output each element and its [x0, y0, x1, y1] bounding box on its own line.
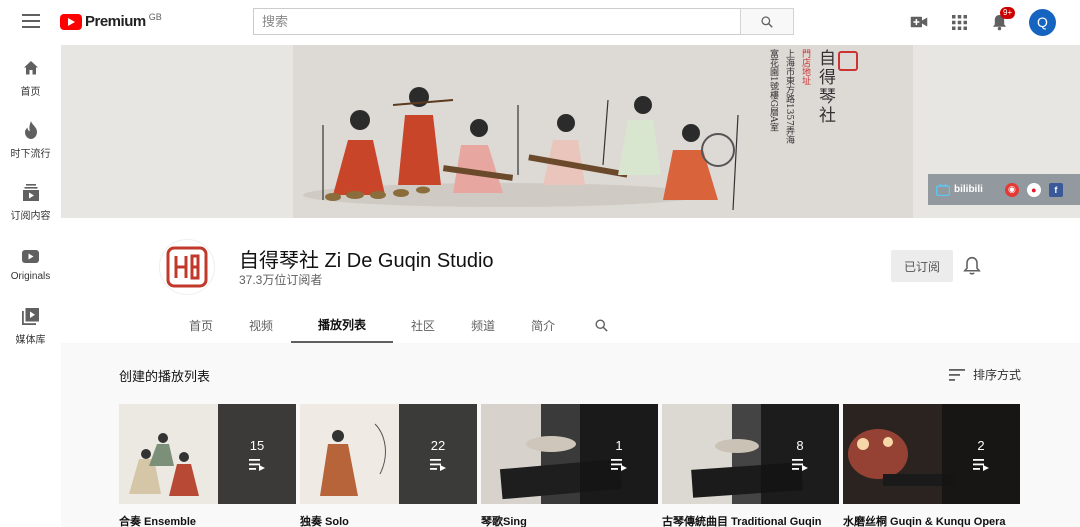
bell-outline-icon	[963, 256, 981, 275]
bilibili-icon	[936, 183, 950, 196]
playlist-icon	[430, 458, 446, 471]
originals-icon	[21, 246, 41, 266]
subscriber-count: 37.3万位订阅者	[239, 273, 323, 287]
playlist-grid: 15 合奏 Ensemble 22 独奏 Solo 1 琴歌Sing 8 古琴傳…	[119, 404, 1020, 527]
channel-avatar[interactable]	[159, 239, 215, 295]
logo-text: Premium	[85, 13, 146, 30]
sidebar-item-label: 时下流行	[10, 149, 51, 160]
playlist-icon	[973, 458, 989, 471]
banner-studio-name: 自得琴社	[815, 49, 835, 125]
sidebar-item-label: 媒体库	[15, 335, 46, 346]
playlist-card[interactable]: 22 独奏 Solo	[300, 404, 477, 527]
top-icons: 9+ Q	[899, 7, 1056, 36]
banner-address-label: 門店地址	[800, 49, 810, 85]
bilibili-label: bilibili	[954, 184, 983, 195]
sidebar-item-subscriptions[interactable]: 订阅内容	[0, 171, 61, 233]
playlist-count-overlay: 2	[942, 404, 1020, 504]
playlist-video-count: 22	[430, 437, 446, 453]
youtube-logo-icon	[60, 14, 82, 30]
home-icon	[21, 58, 41, 78]
tab-community[interactable]: 社区	[393, 308, 453, 343]
search-button[interactable]	[740, 8, 794, 35]
playlist-video-count: 2	[977, 437, 985, 453]
facebook-link-icon[interactable]: f	[1048, 182, 1063, 197]
playlist-card[interactable]: 15 合奏 Ensemble	[119, 404, 296, 527]
tab-about[interactable]: 简介	[513, 308, 573, 343]
channel-search-button[interactable]	[581, 308, 621, 343]
notifications-button[interactable]: 9+	[979, 7, 1019, 36]
tab-channels[interactable]: 频道	[453, 308, 513, 343]
playlist-video-count: 1	[615, 437, 623, 453]
youtube-premium-logo[interactable]: Premium GB	[60, 11, 162, 30]
channel-header: 自得琴社 Zi De Guqin Studio 37.3万位订阅者 已订阅 首页…	[61, 218, 1080, 343]
playlist-video-count: 15	[249, 437, 265, 453]
playlist-icon	[792, 458, 808, 471]
tab-videos[interactable]: 视频	[231, 308, 291, 343]
section-title: 创建的播放列表	[119, 369, 211, 384]
top-bar: Premium GB 9+ Q	[0, 0, 1080, 45]
subscribed-button[interactable]: 已订阅	[891, 250, 953, 282]
subscriptions-icon	[21, 182, 41, 202]
playlist-video-count: 8	[796, 437, 804, 453]
logo-region: GB	[148, 12, 162, 22]
playlist-count-overlay: 1	[580, 404, 658, 504]
bilibili-link[interactable]: bilibili	[936, 183, 983, 196]
search-bar	[253, 8, 794, 35]
channel-tabs: 首页 视频 播放列表 社区 频道 简介	[171, 308, 621, 343]
playlist-title[interactable]: 古琴傳統曲目 Traditional Guqin	[662, 513, 839, 527]
apps-button[interactable]	[939, 8, 979, 36]
playlist-count-overlay: 8	[761, 404, 839, 504]
sidebar-item-label: 订阅内容	[10, 211, 51, 222]
video-camera-icon	[910, 16, 928, 28]
create-video-button[interactable]	[899, 8, 939, 36]
playlist-thumbnail[interactable]: 22	[300, 404, 477, 504]
library-icon	[21, 306, 41, 326]
playlist-count-overlay: 22	[399, 404, 477, 504]
tab-home[interactable]: 首页	[171, 308, 231, 343]
sort-label: 排序方式	[973, 368, 1022, 382]
account-avatar[interactable]: Q	[1029, 8, 1056, 36]
channel-seal-logo-icon	[166, 246, 208, 288]
playlist-thumbnail[interactable]: 15	[119, 404, 296, 504]
netease-link-icon[interactable]: ◉	[1004, 182, 1019, 197]
playlist-card[interactable]: 1 琴歌Sing	[481, 404, 658, 527]
sidebar: 首页 时下流行 订阅内容 Originals 媒体库	[0, 45, 61, 527]
playlist-thumbnail[interactable]: 1	[481, 404, 658, 504]
banner-address-line1: 上海市東方路1357弄海	[784, 49, 794, 144]
apps-grid-icon	[951, 14, 967, 30]
social-links: bilibili ◉ ● f	[928, 174, 1080, 205]
sidebar-item-label: 首页	[20, 87, 41, 98]
search-icon	[761, 15, 773, 28]
playlist-icon	[249, 458, 265, 471]
notification-bell-button[interactable]	[963, 256, 983, 276]
sidebar-item-originals[interactable]: Originals	[0, 233, 61, 295]
sort-button[interactable]: 排序方式	[949, 366, 1021, 383]
playlist-title[interactable]: 合奏 Ensemble	[119, 513, 296, 527]
weibo-link-icon[interactable]: ●	[1026, 182, 1041, 197]
sidebar-item-label: Originals	[10, 271, 51, 282]
channel-banner: 自得琴社 門店地址 上海市東方路1357弄海 富花園1號樓G層A室 bilibi…	[61, 45, 1080, 218]
sidebar-item-home[interactable]: 首页	[0, 47, 61, 109]
playlist-card[interactable]: 2 水磨丝桐 Guqin & Kunqu Opera	[843, 404, 1020, 527]
tab-playlists[interactable]: 播放列表	[291, 308, 394, 343]
playlist-count-overlay: 15	[218, 404, 296, 504]
trending-icon	[21, 120, 41, 140]
playlist-title[interactable]: 琴歌Sing	[481, 513, 658, 527]
sort-icon	[949, 368, 965, 381]
playlist-title[interactable]: 水磨丝桐 Guqin & Kunqu Opera	[843, 513, 1020, 527]
banner-seal-icon	[838, 51, 858, 71]
playlist-title[interactable]: 独奏 Solo	[300, 513, 477, 527]
playlist-icon	[611, 458, 627, 471]
notification-badge: 9+	[1000, 7, 1016, 19]
search-input[interactable]	[253, 8, 740, 35]
sidebar-item-trending[interactable]: 时下流行	[0, 109, 61, 171]
playlist-card[interactable]: 8 古琴傳統曲目 Traditional Guqin	[662, 404, 839, 527]
sidebar-item-library[interactable]: 媒体库	[0, 295, 61, 357]
playlist-thumbnail[interactable]: 8	[662, 404, 839, 504]
banner-address-line2: 富花園1號樓G層A室	[768, 49, 778, 132]
search-icon	[595, 319, 608, 332]
channel-name: 自得琴社 Zi De Guqin Studio	[239, 250, 494, 272]
menu-icon[interactable]	[22, 14, 40, 28]
playlist-thumbnail[interactable]: 2	[843, 404, 1020, 504]
